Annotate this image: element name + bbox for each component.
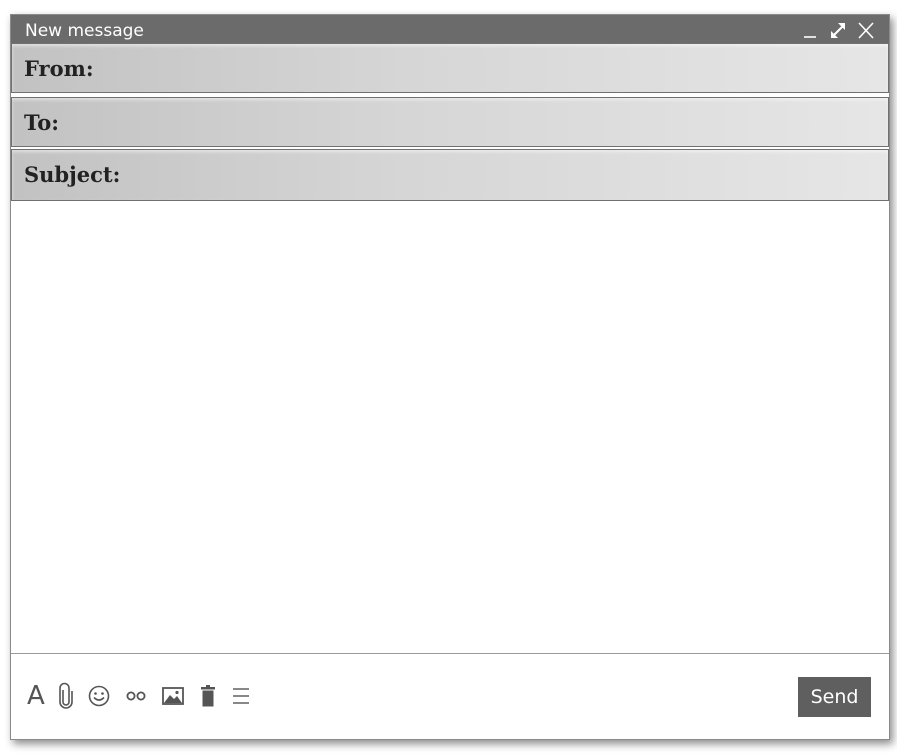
attachment-icon[interactable] [58,680,73,712]
text-format-icon[interactable]: A [27,680,45,712]
subject-row[interactable]: Subject: [11,149,889,201]
to-label: To: [24,110,59,135]
subject-field[interactable] [142,160,878,188]
window-controls [801,17,875,43]
compose-toolbar: A Send [11,653,889,739]
to-field[interactable] [142,108,878,136]
link-icon[interactable] [125,680,147,712]
subject-label: Subject: [24,162,121,187]
emoji-icon[interactable] [87,680,111,712]
title-bar[interactable]: New message [11,15,889,45]
trash-icon[interactable] [199,680,217,712]
formatting-tools: A [27,680,251,712]
message-body[interactable] [11,203,889,653]
expand-icon[interactable] [829,19,847,41]
message-body-input[interactable] [11,203,889,653]
from-field[interactable] [142,54,878,82]
close-icon[interactable] [857,19,875,41]
send-button[interactable]: Send [798,677,871,717]
to-row[interactable]: To: [11,97,889,147]
minimize-icon[interactable] [801,19,819,41]
compose-window: New message From: To: Subject: A Send [10,14,890,740]
window-title: New message [25,21,144,41]
image-icon[interactable] [161,680,185,712]
more-options-icon[interactable] [231,680,251,712]
from-row[interactable]: From: [11,43,889,93]
from-label: From: [24,56,94,81]
text-format-glyph: A [27,681,45,711]
